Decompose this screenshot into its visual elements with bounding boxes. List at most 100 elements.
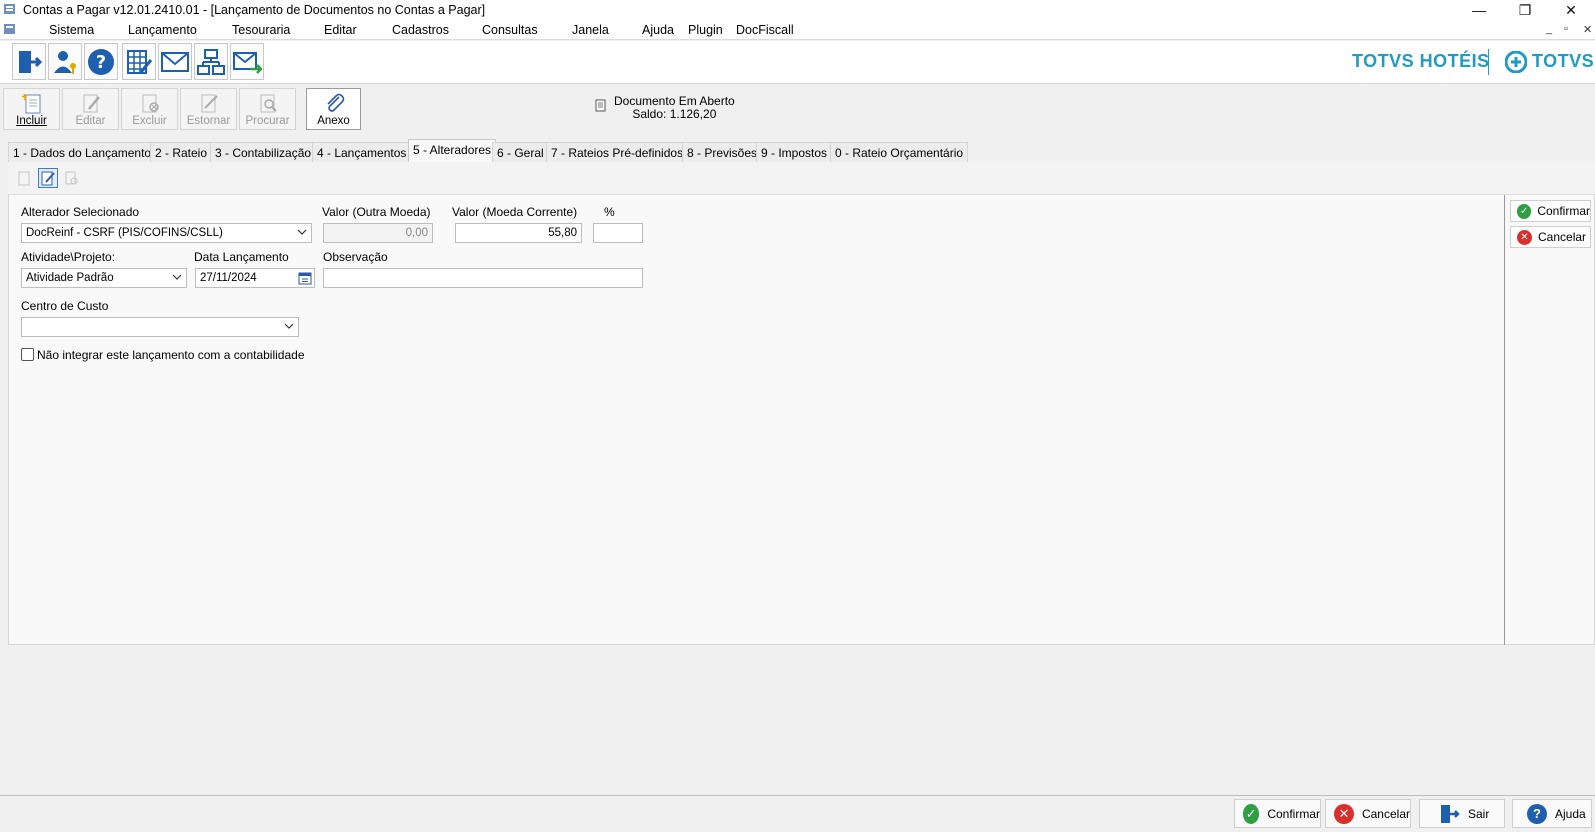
atividade-label: Atividade\Projeto:	[21, 250, 116, 264]
editar-button[interactable]: Editar	[62, 88, 119, 130]
centro-custo-select[interactable]	[21, 317, 299, 337]
tab-previsoes[interactable]: 8 - Previsões	[682, 142, 763, 162]
excluir-button[interactable]: Excluir	[121, 88, 178, 130]
mdi-close-button[interactable]: ✕	[1583, 23, 1592, 36]
exit-door-icon[interactable]	[12, 43, 46, 80]
mdi-minimize-button[interactable]: _	[1546, 23, 1552, 35]
alterador-label: Alterador Selecionado	[21, 205, 140, 219]
mdi-restore-button[interactable]: ▫	[1564, 23, 1568, 35]
incluir-button[interactable]: Incluir	[3, 88, 60, 130]
close-button[interactable]: ✕	[1549, 0, 1593, 20]
tab-impostos[interactable]: 9 - Impostos	[756, 142, 833, 162]
excluir-label: Excluir	[132, 115, 167, 127]
totvs-logo-icon	[1504, 50, 1528, 74]
tab-contabilizacao[interactable]: 3 - Contabilização	[210, 142, 317, 162]
menu-consultas[interactable]: Consultas	[482, 23, 538, 37]
valor-outra-moeda-label: Valor (Outra Moeda)	[322, 205, 431, 219]
menu-ajuda[interactable]: Ajuda	[642, 23, 674, 37]
observacao-label: Observação	[323, 250, 388, 264]
menu-docfiscall[interactable]: DocFiscall	[736, 23, 794, 37]
side-confirmar-label: Confirmar	[1537, 204, 1590, 218]
brand-totvs: TOTVS	[1532, 51, 1595, 71]
procurar-button[interactable]: Procurar	[239, 88, 296, 130]
observacao-input[interactable]	[323, 268, 643, 288]
editar-label: Editar	[75, 115, 106, 127]
valor-moeda-corrente-input[interactable]: 55,80	[455, 223, 582, 243]
bottom-divider	[0, 795, 1595, 796]
reverse-document-icon	[201, 94, 218, 113]
title-bar: Contas a Pagar v12.01.2410.01 - [Lançame…	[0, 0, 1595, 20]
tab-rateios-predefinidos[interactable]: 7 - Rateios Pré-definidos	[546, 142, 689, 162]
estornar-label: Estornar	[186, 115, 231, 127]
edit-document-icon	[83, 94, 100, 113]
org-chart-icon[interactable]	[194, 43, 228, 80]
minimize-button[interactable]: —	[1457, 0, 1501, 20]
cancel-icon: ✕	[1334, 803, 1354, 824]
menu-tesouraria[interactable]: Tesouraria	[232, 23, 290, 37]
menu-janela[interactable]: Janela	[572, 23, 609, 37]
delete-record-icon[interactable]	[61, 168, 81, 188]
new-record-icon[interactable]	[14, 168, 34, 188]
percent-label: %	[604, 205, 615, 219]
estornar-button[interactable]: Estornar	[180, 88, 237, 130]
menu-plugin[interactable]: Plugin	[688, 23, 723, 37]
calendar-icon[interactable]	[298, 271, 312, 285]
panel-toolbar	[8, 162, 1595, 195]
ajuda-button[interactable]: ? Ajuda	[1512, 799, 1592, 828]
atividade-value: Atividade Padrão	[26, 272, 114, 284]
tab-rateio-orcamentario[interactable]: 0 - Rateio Orçamentário	[830, 142, 969, 162]
data-lancamento-input[interactable]: 27/11/2024	[195, 268, 315, 288]
centro-custo-label: Centro de Custo	[21, 299, 109, 313]
chevron-down-icon	[297, 229, 307, 235]
percent-input[interactable]	[593, 223, 643, 243]
nao-integrar-checkbox[interactable]	[21, 348, 34, 361]
menu-bar: Sistema Lançamento Tesouraria Editar Cad…	[0, 20, 1595, 40]
panel-divider	[1504, 195, 1505, 645]
brand-totvs-hoteis: TOTVS HOTÉIS	[1352, 51, 1490, 71]
menu-cadastros[interactable]: Cadastros	[392, 23, 449, 37]
exit-door-icon	[1441, 804, 1460, 823]
side-cancelar-label: Cancelar	[1538, 230, 1587, 244]
alterador-value: DocReinf - CSRF (PIS/COFINS/CSLL)	[26, 227, 223, 239]
document-status: Documento Em Aberto Saldo: 1.126,20	[614, 95, 735, 121]
check-icon: ✓	[1517, 203, 1532, 219]
alterador-select[interactable]: DocReinf - CSRF (PIS/COFINS/CSLL)	[21, 223, 312, 243]
spreadsheet-edit-icon[interactable]	[122, 43, 156, 80]
confirmar-button[interactable]: ✓ Confirmar	[1234, 799, 1321, 828]
nao-integrar-label: Não integrar este lançamento com a conta…	[37, 348, 305, 362]
atividade-select[interactable]: Atividade Padrão	[21, 268, 187, 288]
main-toolbar: ? TOTVS HOTÉIS TOTVS	[0, 41, 1595, 84]
valor-moeda-corrente-label: Valor (Moeda Corrente)	[452, 205, 578, 219]
anexo-button[interactable]: Anexo	[306, 88, 361, 130]
menu-sistema[interactable]: Sistema	[49, 23, 94, 37]
side-cancelar-button[interactable]: ✕ Cancelar	[1510, 226, 1591, 248]
menu-lancamento[interactable]: Lançamento	[128, 23, 197, 37]
cancel-icon: ✕	[1517, 229, 1532, 245]
menu-editar[interactable]: Editar	[324, 23, 357, 37]
mail-icon[interactable]	[158, 43, 192, 80]
tab-rateio[interactable]: 2 - Rateio	[150, 142, 213, 162]
ajuda-label: Ajuda	[1555, 806, 1586, 821]
brand-divider	[1488, 49, 1489, 75]
tab-geral[interactable]: 6 - Geral	[492, 142, 549, 162]
maximize-button[interactable]: ❐	[1503, 0, 1547, 20]
edit-record-icon[interactable]	[38, 168, 58, 188]
sair-button[interactable]: Sair	[1419, 799, 1505, 828]
valor-outra-moeda-input[interactable]: 0,00	[323, 223, 433, 243]
anexo-label: Anexo	[317, 115, 350, 127]
send-mail-icon[interactable]	[230, 43, 264, 80]
action-toolbar: Incluir Editar Excluir Estornar Procurar…	[0, 85, 1595, 132]
help-icon[interactable]: ?	[84, 43, 118, 80]
tab-lancamentos[interactable]: 4 - Lançamentos	[312, 142, 412, 162]
new-document-icon	[21, 93, 40, 114]
cancelar-button[interactable]: ✕ Cancelar	[1325, 799, 1411, 828]
tab-alteradores[interactable]: 5 - Alteradores	[408, 139, 497, 162]
document-saldo: Saldo: 1.126,20	[632, 107, 717, 121]
side-confirmar-button[interactable]: ✓ Confirmar	[1510, 200, 1591, 222]
svg-text:?: ?	[96, 52, 106, 73]
user-key-icon[interactable]	[48, 43, 82, 80]
mdi-app-icon[interactable]	[3, 22, 17, 36]
paperclip-icon	[326, 93, 344, 112]
tab-strip: 1 - Dados do Lançamento 2 - Rateio 3 - C…	[8, 139, 1595, 162]
tab-dados-lancamento[interactable]: 1 - Dados do Lançamento	[8, 142, 157, 162]
